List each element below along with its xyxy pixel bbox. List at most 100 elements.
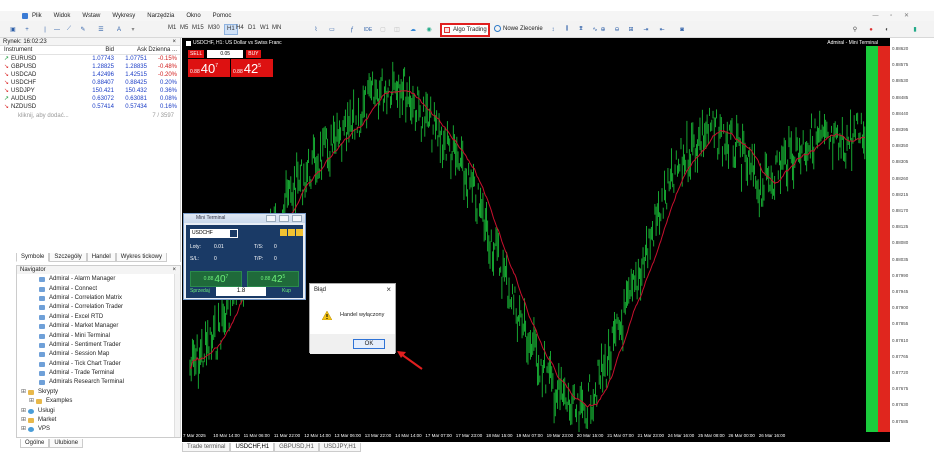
ide-button[interactable]: IDE: [362, 24, 374, 35]
close-icon[interactable]: ×: [386, 284, 391, 296]
zoom-out-icon[interactable]: ⊖: [612, 24, 622, 35]
bars-icon[interactable]: ⫼: [562, 24, 572, 35]
table-row[interactable]: ↗ EURUSD 1.07743 1.07751 -0.15%: [0, 55, 180, 63]
sell-label[interactable]: Sprzedaj: [190, 288, 210, 294]
minimize-button[interactable]: [266, 215, 276, 222]
indicators-icon[interactable]: ƒ: [346, 24, 358, 35]
expand-icon[interactable]: ⊞: [29, 397, 34, 406]
buy-label[interactable]: Kup: [282, 288, 291, 294]
pencil-icon[interactable]: ✎: [78, 24, 88, 35]
expand-icon[interactable]: ⊞: [21, 388, 26, 397]
add-symbol-link[interactable]: kliknij, aby dodać...: [18, 111, 69, 121]
navigator-item[interactable]: Admiral - Mini Terminal: [17, 331, 180, 340]
chart-tab-0[interactable]: Trade terminal: [182, 443, 231, 452]
chart-tab-3[interactable]: USDJPY,H1: [318, 443, 362, 452]
lots-input[interactable]: 0.01: [214, 244, 224, 250]
navigator-item[interactable]: Admiral - Tick Chart Trader: [17, 360, 180, 369]
cloud-icon[interactable]: ☁: [408, 24, 418, 35]
close-positions-icon[interactable]: [296, 229, 303, 236]
horizontal-line-icon[interactable]: —: [52, 24, 62, 35]
quantity-input[interactable]: 1.8: [216, 287, 266, 296]
timeframe-w1[interactable]: W1: [260, 25, 269, 31]
lock-icon[interactable]: ▢: [378, 24, 388, 35]
window-controls[interactable]: — ▫ ✕: [873, 12, 915, 19]
table-row[interactable]: ↘ NZDUSD 0.57414 0.57434 0.16%: [0, 103, 180, 111]
navigator-item[interactable]: Admiral - Sentiment Trader: [17, 341, 180, 350]
mini-buy-button[interactable]: 0.88 42 5: [247, 271, 299, 287]
timeframe-m30[interactable]: M30: [208, 25, 220, 31]
user-icon[interactable]: ◐: [882, 24, 892, 35]
ok-button[interactable]: OK: [353, 339, 385, 349]
navigator-item[interactable]: Admiral - Correlation Matrix: [17, 294, 180, 303]
tab-1[interactable]: Szczegóły: [49, 253, 87, 262]
lot-input[interactable]: 0.05: [207, 50, 244, 58]
navigator-item[interactable]: Admiral - Session Map: [17, 350, 180, 359]
close-button[interactable]: [292, 215, 302, 222]
screenshot-icon[interactable]: ◙: [676, 24, 688, 35]
navigator-item[interactable]: Admiral - Market Manager: [17, 322, 180, 331]
symbol-select[interactable]: USDCHF: [190, 229, 238, 238]
navigator-item[interactable]: Admiral - Correlation Trader: [17, 303, 180, 312]
menu-item-3[interactable]: Wykresy: [112, 12, 135, 20]
tab-0[interactable]: Symbole: [16, 253, 50, 262]
chart-tab-1[interactable]: USDCHF,H1: [230, 443, 275, 452]
table-row[interactable]: ↘ USDJPY 150.421 150.432 0.36%: [0, 87, 180, 95]
sell-button[interactable]: SELL: [188, 50, 205, 58]
navigator-item[interactable]: Admiral - Excel RTD: [17, 313, 180, 322]
sl-input[interactable]: 0: [214, 256, 217, 262]
zoom-in-icon[interactable]: ⊕: [598, 24, 608, 35]
chart-tab-2[interactable]: GBPUSD,H1: [274, 443, 319, 452]
buy-button[interactable]: BUY: [246, 50, 261, 58]
autoscroll-icon[interactable]: ⇥: [640, 24, 652, 35]
column-header[interactable]: Instrument: [0, 46, 62, 54]
menu-item-0[interactable]: Plik: [32, 12, 42, 20]
new-order-button[interactable]: Nowe Zlecenie: [494, 25, 543, 32]
crosshair-icon[interactable]: +: [22, 24, 32, 35]
algo-trading-button[interactable]: Algo Trading: [440, 23, 490, 37]
timeframe-h4[interactable]: H4: [236, 25, 244, 31]
navigator-tree-item[interactable]: ⊞ Market: [17, 416, 180, 425]
menu-item-5[interactable]: Okno: [186, 12, 200, 20]
tab-1[interactable]: Ulubione: [49, 439, 84, 448]
maximize-button[interactable]: [279, 215, 289, 222]
column-header[interactable]: Bid: [62, 46, 114, 54]
table-row[interactable]: ↘ USDCHF 0.88407 0.88425 0.20%: [0, 79, 180, 87]
new-chart-icon[interactable]: ▣: [8, 24, 18, 35]
depth-icon[interactable]: ↕: [548, 24, 558, 35]
timeframe-mn[interactable]: MN: [272, 25, 281, 31]
navigator-item[interactable]: Admirals Research Terminal: [17, 378, 180, 387]
buy-price-button[interactable]: 0.88 42 5: [231, 59, 273, 77]
market-icon[interactable]: ◉: [424, 24, 434, 35]
expand-icon[interactable]: ⊞: [21, 416, 26, 425]
text-icon[interactable]: A: [112, 24, 126, 35]
menu-item-6[interactable]: Pomoc: [213, 12, 232, 20]
trendline-icon[interactable]: ⟋: [64, 24, 74, 35]
navigator-item[interactable]: Admiral - Connect: [17, 284, 180, 293]
timeframe-m5[interactable]: M5: [180, 25, 188, 31]
signals-icon[interactable]: ◫: [392, 24, 402, 35]
chart-shift-icon[interactable]: ⇤: [656, 24, 668, 35]
menu-item-2[interactable]: Wstaw: [82, 12, 100, 20]
navigator-item[interactable]: Admiral - Alarm Manager: [17, 275, 180, 284]
timeframe-m1[interactable]: M1: [168, 25, 176, 31]
grid-icon[interactable]: ⊞: [626, 24, 636, 35]
navigator-tree-item[interactable]: ⊞ Usługi: [17, 406, 180, 415]
tab-3[interactable]: Wykres tickowy: [115, 253, 168, 262]
table-row[interactable]: ↗ AUDUSD 0.63072 0.63081 0.08%: [0, 95, 180, 103]
vertical-line-icon[interactable]: |: [40, 24, 50, 35]
notification-icon[interactable]: ●: [866, 24, 876, 35]
info-icon[interactable]: [288, 229, 295, 236]
table-row[interactable]: ↘ GBPUSD 1.28825 1.28835 -0.48%: [0, 63, 180, 71]
sell-price-button[interactable]: 0.88 40 7: [188, 59, 230, 77]
tab-0[interactable]: Ogólne: [20, 439, 50, 448]
candles-icon[interactable]: ⩩: [576, 24, 586, 35]
ts-input[interactable]: 0: [274, 244, 277, 250]
template-icon[interactable]: ▭: [326, 24, 338, 35]
settings-icon[interactable]: [280, 229, 287, 236]
navigator-item[interactable]: Admiral - Trade Terminal: [17, 369, 180, 378]
chart-type-icon[interactable]: ⌇: [310, 24, 322, 35]
table-row[interactable]: ↘ USDCAD 1.42496 1.42515 -0.20%: [0, 71, 180, 79]
navigator-tree-item[interactable]: ⊞ VPS: [17, 425, 180, 434]
navigator-tree-item[interactable]: ⊞ Examples: [17, 397, 180, 406]
tab-2[interactable]: Handel: [86, 253, 116, 262]
